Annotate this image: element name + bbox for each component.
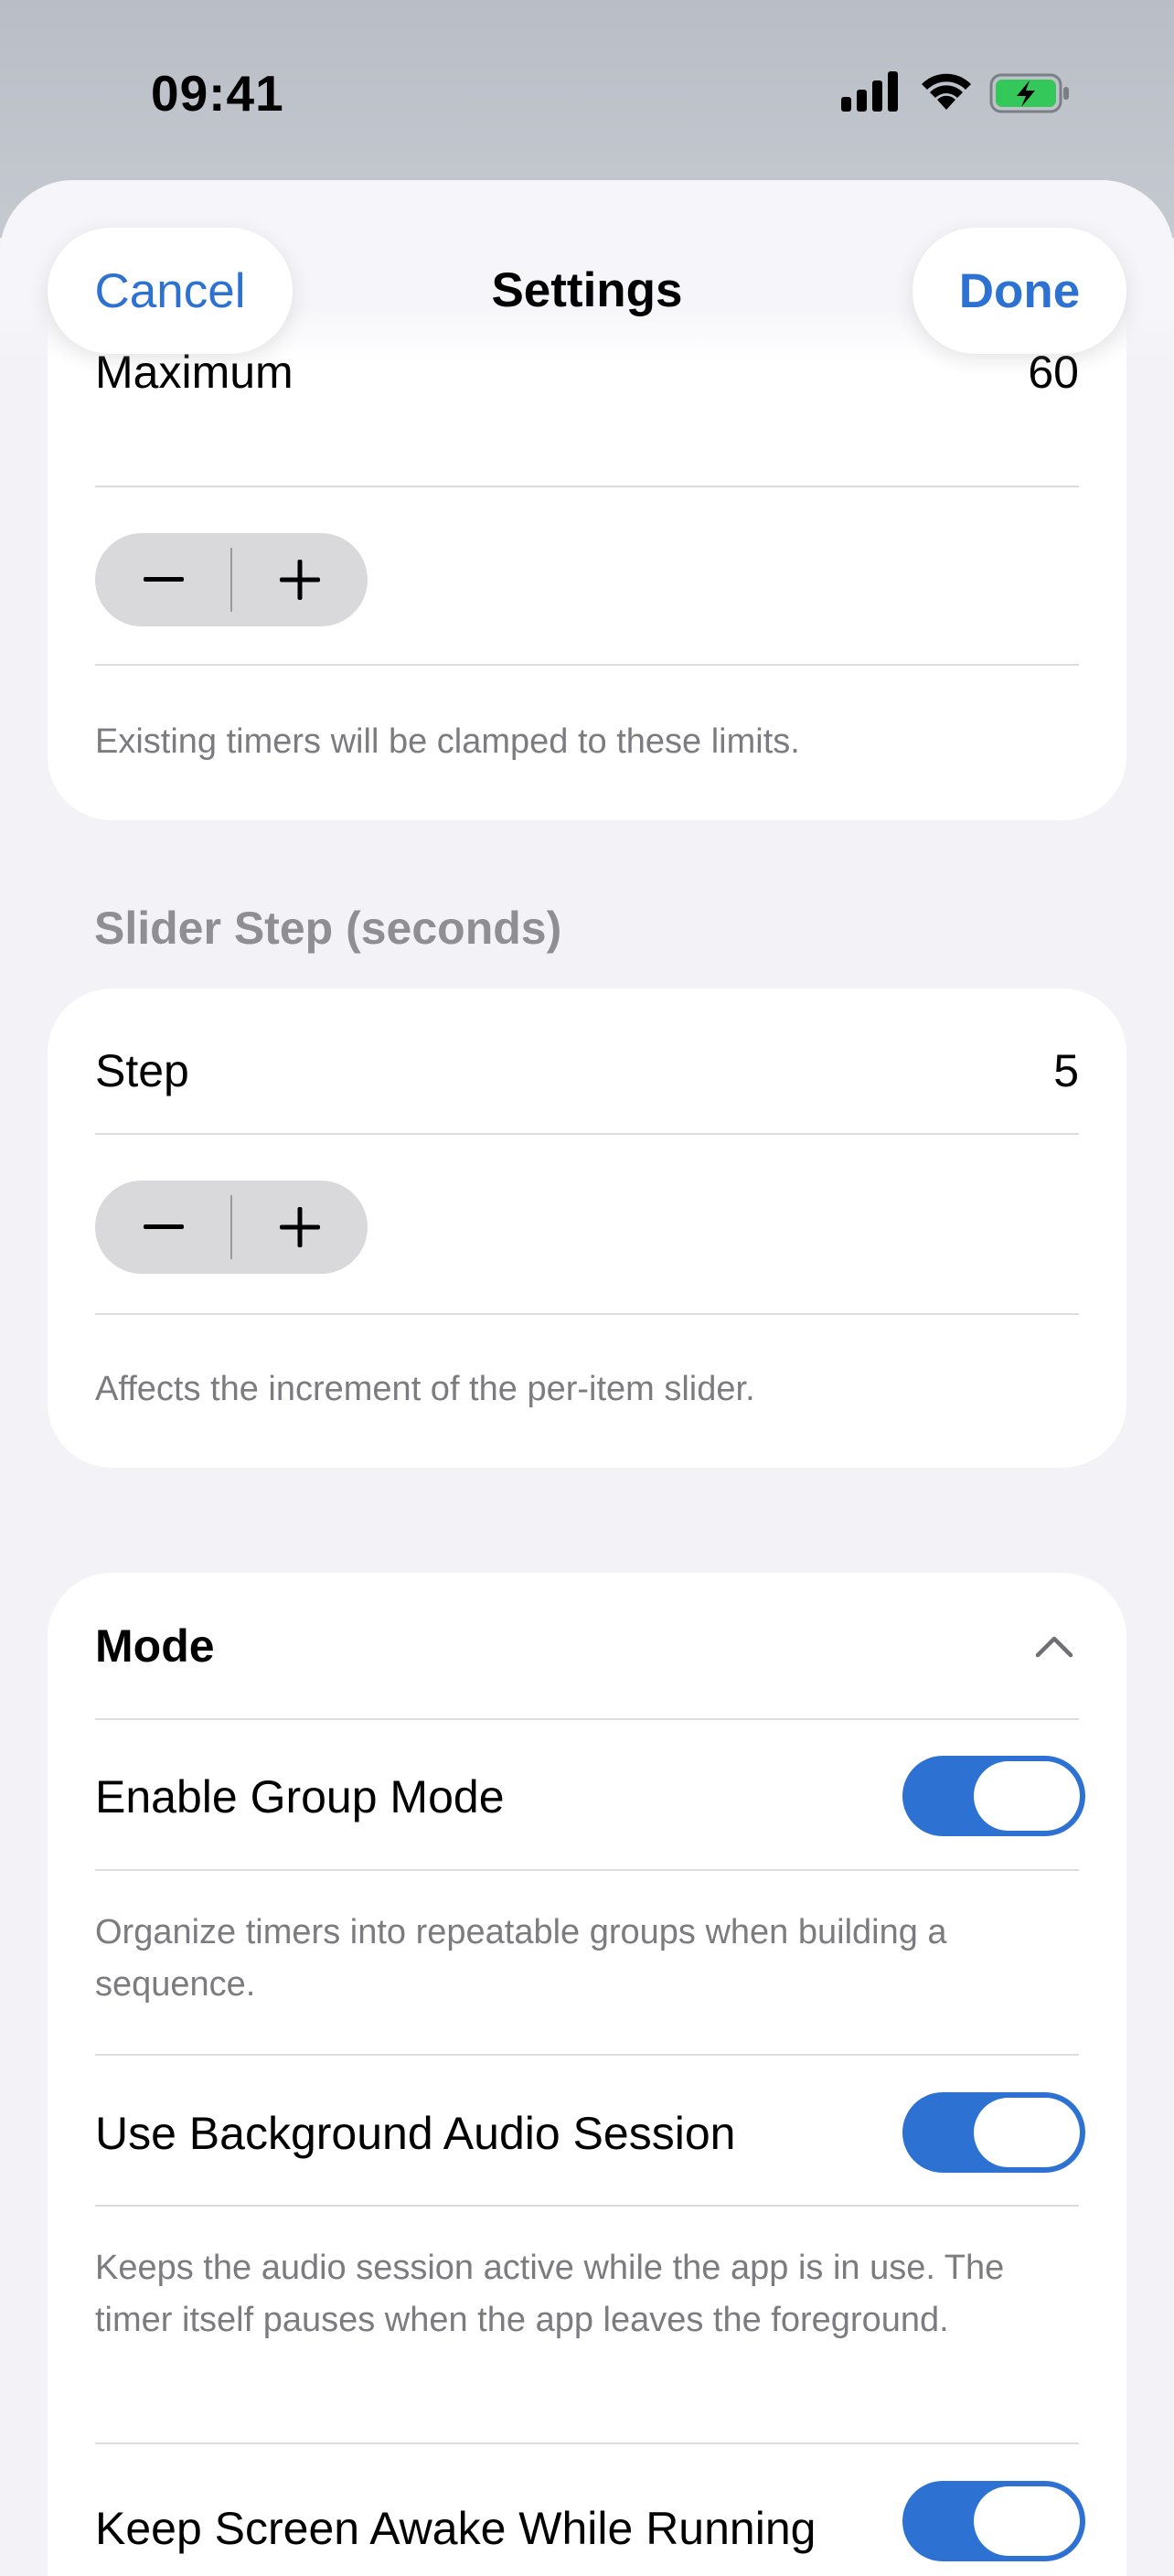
settings-sheet: Cancel Settings Done Maximum 60 Existing… bbox=[0, 180, 1174, 2576]
step-value: 5 bbox=[1053, 1045, 1079, 1096]
chevron-up-icon[interactable] bbox=[1035, 1634, 1073, 1658]
step-stepper[interactable] bbox=[95, 1181, 368, 1274]
plus-icon bbox=[279, 560, 320, 600]
keep-awake-label: Keep Screen Awake While Running bbox=[95, 2503, 816, 2554]
divider bbox=[95, 1718, 1079, 1720]
limits-footer: Existing timers will be clamped to these… bbox=[95, 722, 800, 761]
done-button[interactable]: Done bbox=[913, 228, 1126, 354]
step-card: Step 5 Affects the increment of the per-… bbox=[48, 989, 1126, 1468]
background-audio-toggle[interactable] bbox=[902, 2092, 1085, 2173]
toggle-knob bbox=[974, 2486, 1080, 2556]
divider bbox=[95, 2205, 1079, 2207]
step-row: Step 5 bbox=[95, 1034, 1079, 1107]
wifi-icon bbox=[922, 73, 971, 110]
minus-icon bbox=[143, 1224, 184, 1229]
background-audio-description: Keeps the audio session active while the… bbox=[95, 2249, 1005, 2339]
step-label: Step bbox=[95, 1045, 189, 1096]
status-bar: 09:41 bbox=[0, 0, 1174, 183]
maximum-stepper[interactable] bbox=[95, 533, 368, 626]
plus-icon bbox=[279, 1207, 320, 1247]
status-time: 09:41 bbox=[151, 65, 284, 122]
decrement-button[interactable] bbox=[95, 533, 231, 626]
toggle-knob bbox=[974, 1761, 1080, 1831]
nav-bar: Cancel Settings Done bbox=[0, 180, 1174, 363]
cellular-signal-icon bbox=[841, 71, 898, 112]
minus-icon bbox=[143, 577, 184, 582]
divider bbox=[95, 2054, 1079, 2056]
toggle-knob bbox=[974, 2098, 1080, 2167]
increment-button[interactable] bbox=[231, 533, 368, 626]
divider bbox=[95, 1869, 1079, 1871]
divider bbox=[95, 1133, 1079, 1135]
increment-button[interactable] bbox=[231, 1181, 368, 1274]
divider bbox=[95, 664, 1079, 666]
group-mode-description: Organize timers into repeatable groups w… bbox=[95, 1913, 947, 2004]
mode-header-row[interactable]: Mode bbox=[95, 1600, 1079, 1692]
decrement-button[interactable] bbox=[95, 1181, 231, 1274]
group-mode-toggle[interactable] bbox=[902, 1756, 1085, 1836]
divider bbox=[95, 2442, 1079, 2444]
divider bbox=[95, 1313, 1079, 1315]
keep-awake-toggle[interactable] bbox=[902, 2481, 1085, 2561]
battery-charging-icon bbox=[989, 73, 1069, 113]
divider bbox=[95, 486, 1079, 487]
step-footer: Affects the increment of the per-item sl… bbox=[95, 1370, 755, 1408]
mode-title: Mode bbox=[95, 1620, 215, 1672]
background-audio-label: Use Background Audio Session bbox=[95, 2108, 736, 2159]
mode-card: Mode Enable Group Mode Organize timers i… bbox=[48, 1573, 1126, 2576]
group-mode-label: Enable Group Mode bbox=[95, 1771, 505, 1822]
step-section-header: Slider Step (seconds) bbox=[94, 903, 562, 954]
